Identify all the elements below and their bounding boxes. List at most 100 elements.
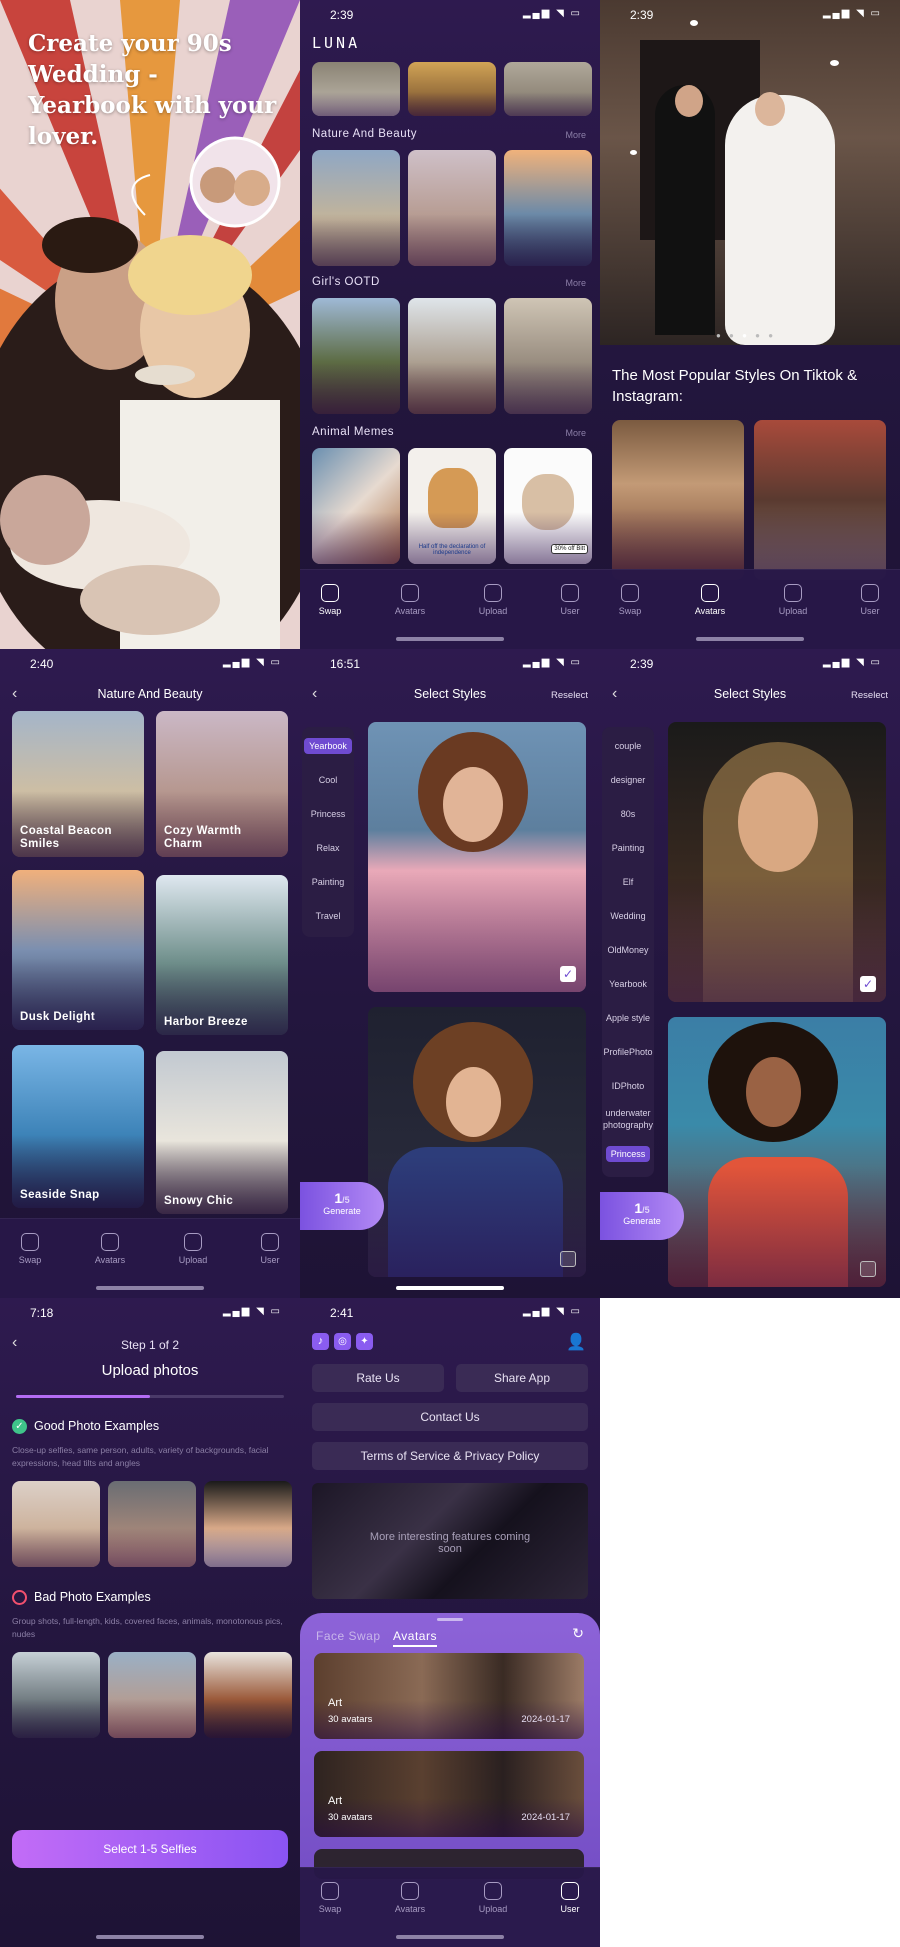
tab-user[interactable]: User (540, 584, 600, 616)
ootd-thumb[interactable] (408, 298, 496, 414)
contact-us-button[interactable]: Contact Us (312, 1403, 588, 1431)
tab-swap[interactable]: Swap (300, 1882, 360, 1914)
category-item[interactable]: IDPhoto (602, 1081, 654, 1091)
category-item[interactable]: 80s (602, 809, 654, 819)
tab-upload[interactable]: Upload (463, 584, 523, 616)
section-more-nature[interactable]: More (565, 130, 586, 140)
style-card[interactable]: Snowy Chic (156, 1051, 288, 1214)
good-example-photo (12, 1481, 100, 1567)
share-app-button[interactable]: Share App (456, 1364, 588, 1392)
meme-thumb[interactable]: Half off the declaration of independence (408, 448, 496, 564)
category-item[interactable]: OldMoney (602, 945, 654, 955)
tab-upload[interactable]: Upload (463, 1882, 523, 1914)
tab-user[interactable]: User (840, 584, 900, 616)
category-item[interactable]: underwater photography (602, 1107, 654, 1131)
generate-button[interactable]: 1/5 Generate (300, 1182, 384, 1230)
style-preview-1[interactable] (612, 420, 744, 580)
ootd-thumb[interactable] (504, 298, 592, 414)
category-item[interactable]: Princess (602, 1146, 654, 1162)
reselect-button[interactable]: Reselect (851, 690, 888, 701)
avatar-history-card[interactable]: Art 30 avatars 2024-01-17 (314, 1653, 584, 1739)
style-card[interactable]: Seaside Snap (12, 1045, 144, 1208)
twitter-icon[interactable]: ✦ (356, 1333, 373, 1350)
style-card[interactable]: Harbor Breeze (156, 875, 288, 1035)
category-item[interactable]: Painting (302, 877, 354, 887)
refresh-icon[interactable]: ↻ (572, 1625, 584, 1642)
style-category-list: Yearbook Cool Princess Relax Painting Tr… (302, 727, 354, 937)
tab-swap[interactable]: Swap (0, 1233, 60, 1265)
category-item[interactable]: Wedding (602, 911, 654, 921)
tab-avatars-label: Avatars (394, 1904, 426, 1914)
page-title: Upload photos (101, 1362, 199, 1379)
style-preview-2[interactable] (754, 420, 886, 580)
style-card[interactable]: Cozy Warmth Charm (156, 711, 288, 857)
selected-checkbox-icon[interactable]: ✓ (860, 976, 876, 992)
style-option[interactable] (668, 1017, 886, 1287)
tab-upload[interactable]: Upload (763, 584, 823, 616)
nature-thumb[interactable] (312, 150, 400, 266)
status-time: 2:41 (330, 1306, 354, 1320)
tab-avatars[interactable]: Avatars (380, 584, 440, 616)
style-option[interactable] (368, 1007, 586, 1277)
tab-user[interactable]: User (240, 1233, 300, 1265)
status-icons: ▂▄▆ ◥ ▭ (222, 657, 282, 668)
tab-swap[interactable]: Swap (300, 584, 360, 616)
category-item[interactable]: Relax (302, 843, 354, 853)
tab-swap[interactable]: Swap (600, 584, 660, 616)
top-photo-2[interactable] (408, 62, 496, 116)
category-item[interactable]: Apple style (602, 1013, 654, 1023)
top-photo-1[interactable] (312, 62, 400, 116)
style-option[interactable]: ✓ (368, 722, 586, 992)
style-card[interactable]: Coastal Beacon Smiles (12, 711, 144, 857)
unselected-checkbox-icon[interactable] (560, 1251, 576, 1267)
style-card[interactable]: Dusk Delight (12, 870, 144, 1030)
tab-avatars[interactable]: Avatars (680, 584, 740, 616)
category-item[interactable]: couple (602, 741, 654, 751)
tiktok-icon[interactable]: ♪ (312, 1333, 329, 1350)
face-swap-icon (321, 584, 339, 602)
section-title-memes: Animal Memes (312, 426, 395, 438)
carousel-dots[interactable]: ● ● ● ● ● (716, 331, 776, 340)
category-item[interactable]: Travel (302, 911, 354, 921)
section-more-memes[interactable]: More (565, 428, 586, 438)
card-title: Art (328, 1697, 343, 1709)
tab-avatars[interactable]: Avatars (80, 1233, 140, 1265)
nature-thumb[interactable] (408, 150, 496, 266)
instagram-icon[interactable]: ◎ (334, 1333, 351, 1350)
meme-thumb[interactable] (312, 448, 400, 564)
hero-image[interactable] (600, 0, 900, 345)
category-item[interactable]: Princess (302, 809, 354, 819)
style-option[interactable]: ✓ (668, 722, 886, 1002)
tab-face-swap[interactable]: Face Swap (316, 1629, 381, 1643)
empty-area (600, 1298, 900, 1947)
profile-icon[interactable]: 👤 (566, 1332, 586, 1352)
rate-us-button[interactable]: Rate Us (312, 1364, 444, 1392)
category-item[interactable]: Yearbook (602, 979, 654, 989)
generate-button[interactable]: 1/5 Generate (600, 1192, 684, 1240)
folder-upload-icon (484, 1882, 502, 1900)
top-photo-3[interactable] (504, 62, 592, 116)
section-more-ootd[interactable]: More (565, 278, 586, 288)
unselected-checkbox-icon[interactable] (860, 1261, 876, 1277)
terms-privacy-button[interactable]: Terms of Service & Privacy Policy (312, 1442, 588, 1470)
category-item[interactable]: Yearbook (302, 738, 354, 754)
tab-upload[interactable]: Upload (163, 1233, 223, 1265)
tab-user-label: User (860, 606, 880, 616)
tab-avatars-history[interactable]: Avatars (393, 1629, 437, 1647)
tab-user[interactable]: User (540, 1882, 600, 1914)
avatar-history-card[interactable]: Art 30 avatars 2024-01-17 (314, 1751, 584, 1837)
reselect-button[interactable]: Reselect (551, 690, 588, 701)
meme-thumb[interactable]: 30% off Bitt (504, 448, 592, 564)
tab-avatars[interactable]: Avatars (380, 1882, 440, 1914)
category-item[interactable]: Painting (602, 843, 654, 853)
category-item[interactable]: designer (602, 775, 654, 785)
ootd-thumb[interactable] (312, 298, 400, 414)
category-item[interactable]: Cool (302, 775, 354, 785)
sheet-handle[interactable] (437, 1618, 463, 1621)
select-selfies-button[interactable]: Select 1-5 Selfies (12, 1830, 288, 1868)
nature-thumb[interactable] (504, 150, 592, 266)
promo-headline: Create your 90s Wedding - Yearbook with … (28, 30, 277, 150)
selected-checkbox-icon[interactable]: ✓ (560, 966, 576, 982)
category-item[interactable]: ProfilePhoto (602, 1047, 654, 1057)
category-item[interactable]: Elf (602, 877, 654, 887)
